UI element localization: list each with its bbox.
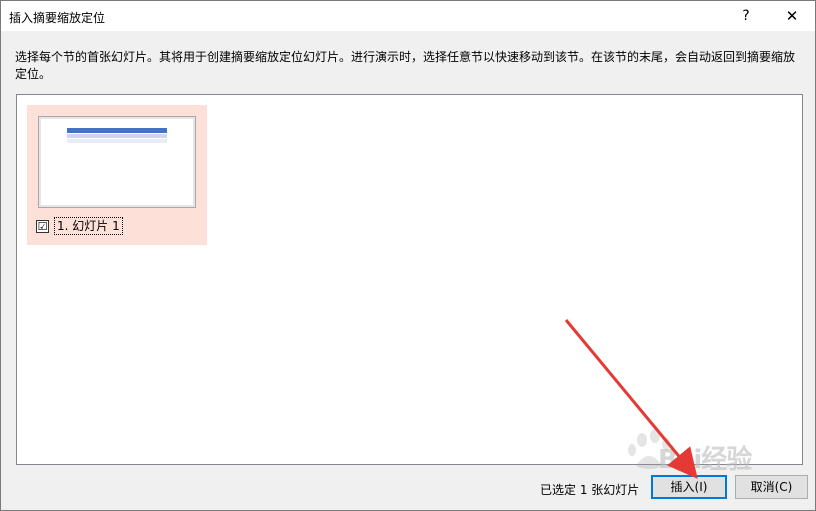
dialog-description: 选择每个节的首张幻灯片。其将用于创建摘要缩放定位幻灯片。进行演示时，选择任意节以…	[15, 50, 796, 81]
insert-button[interactable]: 插入(I)	[651, 475, 727, 499]
watermark-text: Bai经验	[658, 445, 752, 475]
dialog-title: 插入摘要缩放定位	[9, 11, 106, 25]
thumbnail-table-row	[67, 134, 167, 138]
help-button[interactable]: ?	[731, 4, 761, 28]
slide-thumbnail[interactable]	[38, 116, 196, 208]
cancel-button[interactable]: 取消(C)	[735, 475, 808, 499]
slide-list-panel[interactable]: ☑ 1. 幻灯片 1	[16, 94, 803, 465]
thumbnail-table-header	[67, 128, 167, 133]
slide-checkbox[interactable]: ☑	[36, 220, 49, 233]
close-button[interactable]: ✕	[775, 4, 809, 28]
slide-item-1[interactable]: ☑ 1. 幻灯片 1	[27, 105, 207, 245]
thumbnail-table-row	[67, 139, 167, 143]
slide-label[interactable]: 1. 幻灯片 1	[54, 217, 123, 235]
selection-status: 已选定 1 张幻灯片	[540, 483, 640, 497]
title-bar: 插入摘要缩放定位 ? ✕	[1, 1, 815, 31]
